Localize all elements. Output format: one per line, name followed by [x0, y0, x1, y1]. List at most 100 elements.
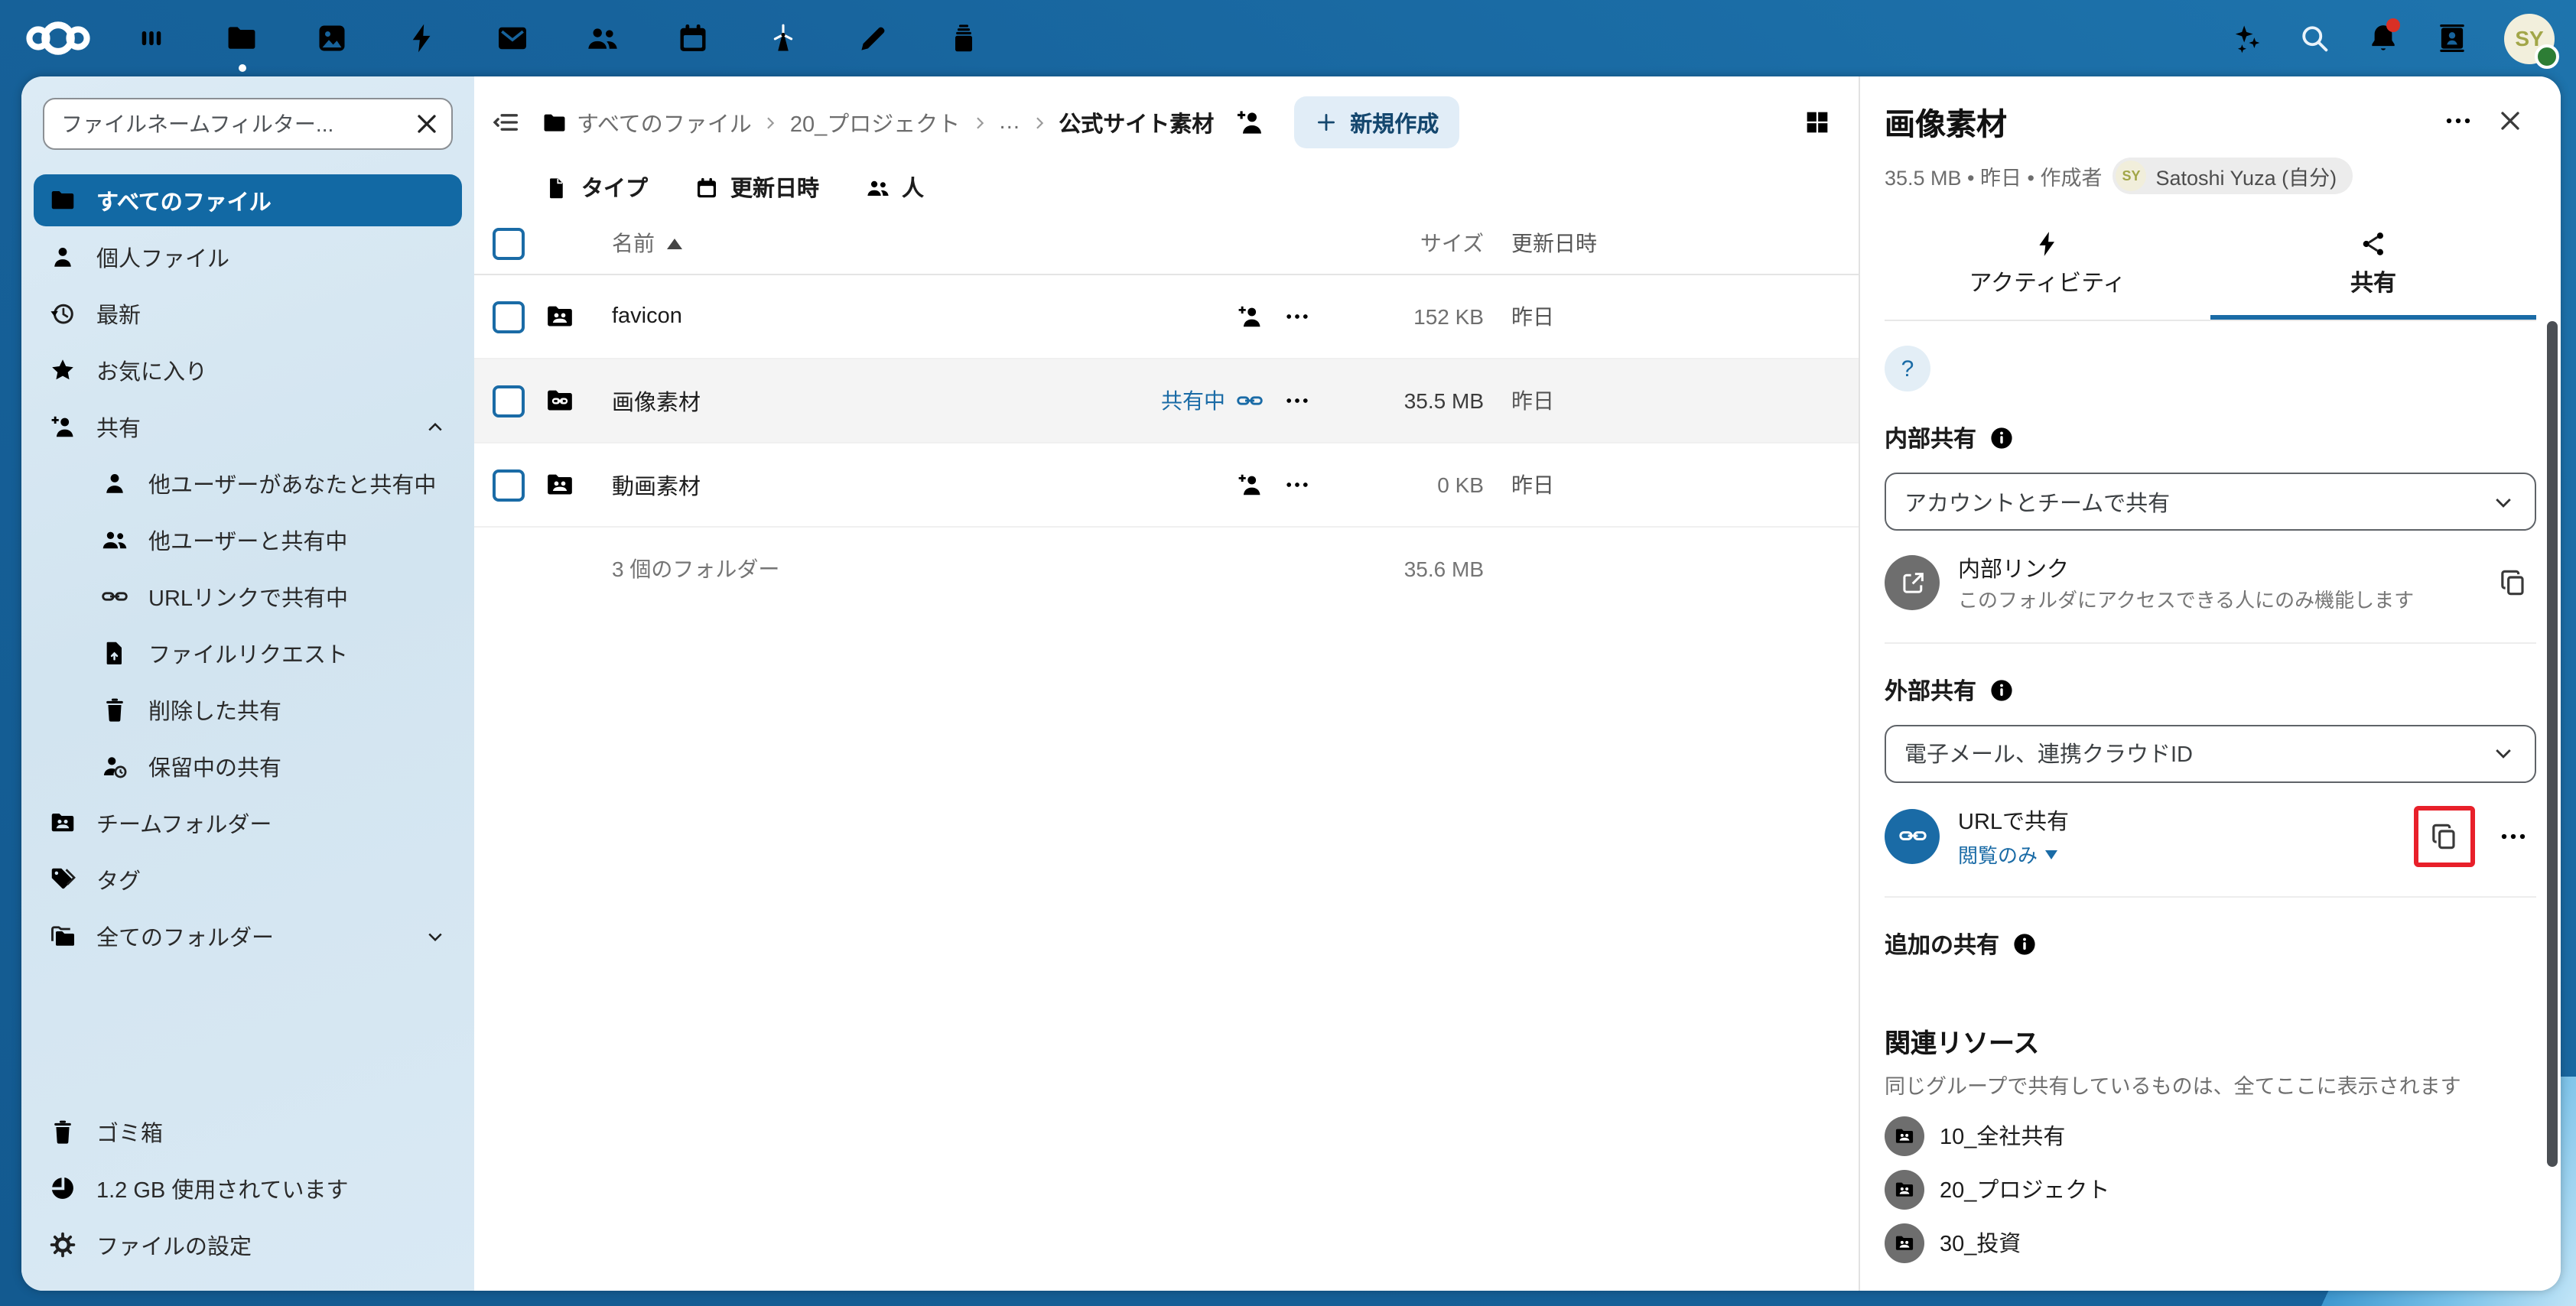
share-current-folder-icon[interactable]	[1223, 96, 1275, 148]
folder-count: 3 個のフォルダー	[612, 554, 1331, 584]
sidebar-item-deleted-shares[interactable]: 削除した共有	[86, 684, 462, 736]
notification-badge	[2386, 18, 2400, 32]
notifications-bell-icon[interactable]	[2366, 21, 2400, 55]
column-size[interactable]: サイズ	[1420, 228, 1484, 258]
sidebar-item-trash[interactable]: ゴミ箱	[34, 1106, 462, 1158]
filter-type-chip[interactable]: タイプ	[545, 171, 648, 203]
app-activity-icon[interactable]	[405, 21, 439, 55]
tab-sharing[interactable]: 共有	[2210, 216, 2536, 320]
sidebar-item-recent[interactable]: 最新	[34, 288, 462, 339]
sidebar-item-favorites[interactable]: お気に入り	[34, 344, 462, 396]
app-stack-icon[interactable]	[947, 21, 981, 55]
share-button[interactable]	[1236, 471, 1264, 499]
breadcrumb-current-folder[interactable]: 公式サイト素材	[1059, 106, 1214, 138]
table-row[interactable]: 画像素材 共有中 35.5 MB 昨日	[474, 359, 1859, 443]
filter-modified-chip[interactable]: 更新日時	[694, 171, 819, 203]
row-checkbox[interactable]	[493, 301, 525, 333]
panel-actions-icon[interactable]	[2432, 95, 2484, 147]
sidebar-item-pending-shares[interactable]: 保留中の共有	[86, 740, 462, 792]
sidebar-item-quota[interactable]: 1.2 GB 使用されています	[34, 1162, 462, 1214]
row-checkbox[interactable]	[493, 469, 525, 501]
related-resource-item[interactable]: 30_投資	[1885, 1223, 2536, 1262]
table-row[interactable]: favicon 152 KB 昨日	[474, 275, 1859, 359]
app-calendar-icon[interactable]	[676, 21, 710, 55]
caret-down-icon	[2045, 851, 2057, 860]
app-files-icon[interactable]	[225, 21, 259, 55]
grid-view-toggle-icon[interactable]	[1791, 96, 1843, 148]
user-avatar[interactable]: SY	[2504, 13, 2555, 63]
external-share-select[interactable]: 電子メール、連携クラウドID	[1885, 724, 2536, 782]
contacts-menu-icon[interactable]	[2435, 21, 2469, 55]
internal-share-select[interactable]: アカウントとチームで共有	[1885, 473, 2536, 531]
table-row[interactable]: 動画素材 0 KB 昨日	[474, 443, 1859, 528]
filter-people-chip[interactable]: 人	[865, 171, 924, 203]
sidebar-item-file-requests[interactable]: ファイルリクエスト	[86, 627, 462, 679]
link-icon	[1236, 387, 1264, 414]
top-right-actions: SY	[2229, 13, 2555, 63]
sidebar-item-files-settings[interactable]: ファイルの設定	[34, 1219, 462, 1271]
breadcrumb-root[interactable]: すべてのファイル	[542, 106, 752, 138]
app-content: すべてのファイル 個人ファイル 最新 お気に入り 共有 他ユーザーがあなたと共有…	[21, 76, 2561, 1291]
list-summary: 3 個のフォルダー 35.6 MB	[474, 528, 1859, 610]
sidebar-item-tags[interactable]: タグ	[34, 853, 462, 905]
assistant-sparkles-icon[interactable]	[2229, 21, 2262, 55]
row-actions-icon[interactable]	[1271, 291, 1323, 343]
panel-scrollbar[interactable]	[2547, 321, 2558, 1167]
team-folder-icon	[1885, 1223, 1924, 1262]
chevron-up-icon[interactable]	[424, 415, 447, 438]
row-actions-icon[interactable]	[1271, 459, 1323, 511]
search-icon[interactable]	[2298, 21, 2331, 55]
chevron-right-icon	[1029, 112, 1049, 132]
related-resource-item[interactable]: 10_全社共有	[1885, 1116, 2536, 1155]
divider	[1885, 642, 2536, 643]
tab-activity[interactable]: アクティビティ	[1885, 216, 2210, 320]
chevron-down-icon[interactable]	[424, 924, 447, 947]
select-all-checkbox[interactable]	[493, 227, 525, 259]
screen: SY すべてのファイル 個人ファイル 最新 お気に入り 共有 他ユーザーがあなた…	[0, 0, 2576, 1306]
breadcrumb-collapsed-ellipsis[interactable]: …	[998, 110, 1020, 135]
copy-internal-link-icon[interactable]	[2490, 560, 2536, 606]
app-photos-icon[interactable]	[315, 21, 349, 55]
internal-link-row[interactable]: 内部リンク このフォルダにアクセスできる人にのみ機能します	[1885, 552, 2536, 614]
sort-asc-icon	[667, 238, 682, 249]
column-name[interactable]: 名前	[612, 228, 1264, 258]
sidebar-item-personal-files[interactable]: 個人ファイル	[34, 231, 462, 283]
share-by-url-row[interactable]: URLで共有 閲覧のみ	[1885, 804, 2536, 869]
total-size: 35.6 MB	[1404, 557, 1484, 581]
share-actions-icon[interactable]	[2490, 814, 2536, 859]
sharing-help-button[interactable]: ?	[1885, 346, 1930, 391]
sidebar-item-shared-with-others[interactable]: 他ユーザーと共有中	[86, 514, 462, 566]
close-icon[interactable]	[2484, 95, 2536, 147]
app-windmill-icon[interactable]	[766, 21, 800, 55]
app-contacts-icon[interactable]	[586, 21, 620, 55]
breadcrumb-project[interactable]: 20_プロジェクト	[790, 106, 960, 138]
share-button[interactable]	[1236, 303, 1264, 330]
app-dashboard-icon[interactable]	[135, 21, 168, 55]
internal-link-desc: このフォルダにアクセスできる人にのみ機能します	[1958, 587, 2472, 614]
filename-filter-input[interactable]	[43, 98, 453, 150]
app-menu	[135, 21, 981, 55]
row-actions-icon[interactable]	[1271, 375, 1323, 427]
sidebar-item-team-folders[interactable]: チームフォルダー	[34, 797, 462, 849]
share-permission[interactable]: 閲覧のみ	[1958, 842, 2395, 869]
new-button[interactable]: 新規作成	[1293, 96, 1459, 148]
sidebar-item-shared-with-you[interactable]: 他ユーザーがあなたと共有中	[86, 457, 462, 509]
owner-chip[interactable]: SY Satoshi Yuza (自分)	[2113, 158, 2352, 194]
sidebar-item-all-folders[interactable]: 全てのフォルダー	[34, 910, 462, 962]
copy-share-link-icon[interactable]	[2425, 817, 2464, 856]
info-icon[interactable]	[1989, 425, 2015, 451]
sidebar-item-shared-by-link[interactable]: URLリンクで共有中	[86, 570, 462, 622]
column-modified[interactable]: 更新日時	[1484, 228, 1660, 258]
app-mail-icon[interactable]	[496, 21, 529, 55]
sidebar-item-all-files[interactable]: すべてのファイル	[34, 174, 462, 226]
divider	[1885, 896, 2536, 898]
related-resource-item[interactable]: 20_プロジェクト	[1885, 1169, 2536, 1209]
info-icon[interactable]	[1989, 677, 2015, 703]
collapse-sidebar-icon[interactable]	[480, 96, 532, 148]
clear-filter-icon[interactable]	[411, 109, 442, 139]
sidebar-item-shares[interactable]: 共有	[34, 401, 462, 453]
info-icon[interactable]	[2012, 931, 2038, 957]
shared-status-button[interactable]: 共有中	[1161, 385, 1264, 416]
app-notes-icon[interactable]	[857, 21, 890, 55]
row-checkbox[interactable]	[493, 385, 525, 417]
